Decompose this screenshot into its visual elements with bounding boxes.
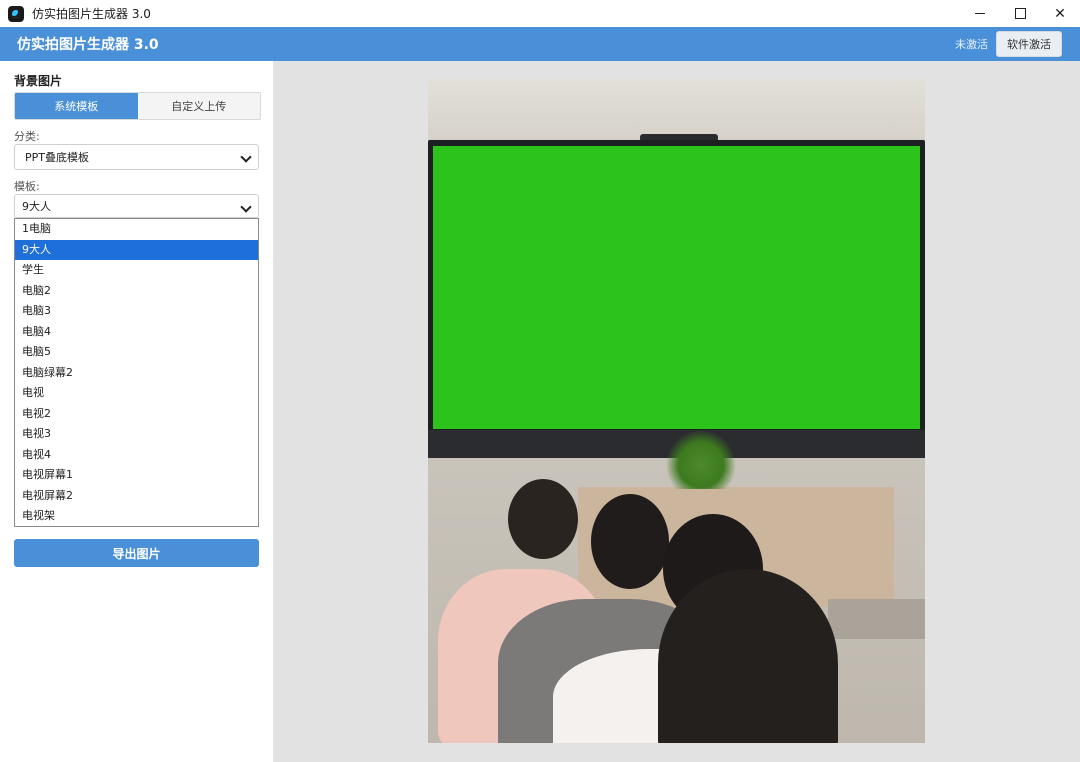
list-item[interactable]: 学生 xyxy=(15,260,258,281)
template-select[interactable]: 9大人 xyxy=(14,194,259,218)
sidebar: 背景图片 系统模板 自定义上传 分类: PPT叠底模板 模板: 9大人 1电脑 … xyxy=(0,61,274,762)
photo-person xyxy=(591,494,669,589)
list-item[interactable]: 电视3 xyxy=(15,424,258,445)
template-dropdown-list: 1电脑 9大人 学生 电脑2 电脑3 电脑4 电脑5 电脑绿幕2 电视 电视2 … xyxy=(14,218,259,527)
minimize-button[interactable] xyxy=(960,0,1000,27)
category-select[interactable]: PPT叠底模板 xyxy=(14,144,259,170)
list-item[interactable]: 电脑3 xyxy=(15,301,258,322)
list-item[interactable]: 电脑2 xyxy=(15,281,258,302)
maximize-icon xyxy=(1014,8,1026,19)
list-item[interactable]: 电视屏幕1 xyxy=(15,465,258,486)
list-item[interactable]: 电脑绿幕2 xyxy=(15,363,258,384)
header-actions: 未激活 软件激活 xyxy=(955,27,1062,61)
app-logo-icon xyxy=(8,5,24,22)
background-section-label: 背景图片 xyxy=(14,74,63,88)
green-screen xyxy=(433,146,920,429)
preview-image xyxy=(428,79,925,743)
activate-software-button[interactable]: 软件激活 xyxy=(996,31,1062,57)
template-label: 模板: xyxy=(14,180,40,193)
chevron-down-icon xyxy=(240,151,252,163)
background-source-tabs: 系统模板 自定义上传 xyxy=(14,92,261,120)
window-title: 仿实拍图片生成器 3.0 xyxy=(32,7,151,21)
close-button[interactable]: ✕ xyxy=(1040,0,1080,27)
export-image-button[interactable]: 导出图片 xyxy=(14,539,259,567)
tab-system-template[interactable]: 系统模板 xyxy=(15,93,138,119)
app-header: 仿实拍图片生成器 3.0 未激活 软件激活 xyxy=(0,27,1080,61)
maximize-button[interactable] xyxy=(1000,0,1040,27)
list-item[interactable]: 电脑4 xyxy=(15,322,258,343)
tab-custom-upload[interactable]: 自定义上传 xyxy=(137,93,260,119)
list-item[interactable]: 1电脑 xyxy=(15,219,258,240)
list-item[interactable]: 电视4 xyxy=(15,445,258,466)
app-title: 仿实拍图片生成器 3.0 xyxy=(17,37,159,53)
list-item[interactable]: 电视 xyxy=(15,383,258,404)
minimize-icon xyxy=(975,13,985,14)
category-select-value: PPT叠底模板 xyxy=(25,151,89,164)
window-titlebar: 仿实拍图片生成器 3.0 ✕ xyxy=(0,0,1080,27)
photo-plant xyxy=(666,429,736,489)
photo-ceiling xyxy=(428,79,925,139)
category-label: 分类: xyxy=(14,130,40,143)
photo-desk xyxy=(828,599,925,639)
template-select-value: 9大人 xyxy=(22,200,51,213)
photo-person xyxy=(508,479,578,559)
tv-frame xyxy=(428,140,925,458)
list-item[interactable]: 电视架 xyxy=(15,506,258,527)
window-controls: ✕ xyxy=(960,0,1080,27)
list-item[interactable]: 电视屏幕2 xyxy=(15,486,258,507)
preview-area xyxy=(274,61,1080,762)
chevron-down-icon xyxy=(240,201,252,213)
list-item[interactable]: 9大人 xyxy=(15,239,258,260)
activation-status: 未激活 xyxy=(955,38,988,51)
close-icon: ✕ xyxy=(1054,5,1066,22)
list-item[interactable]: 电视2 xyxy=(15,404,258,425)
list-item[interactable]: 电脑5 xyxy=(15,342,258,363)
